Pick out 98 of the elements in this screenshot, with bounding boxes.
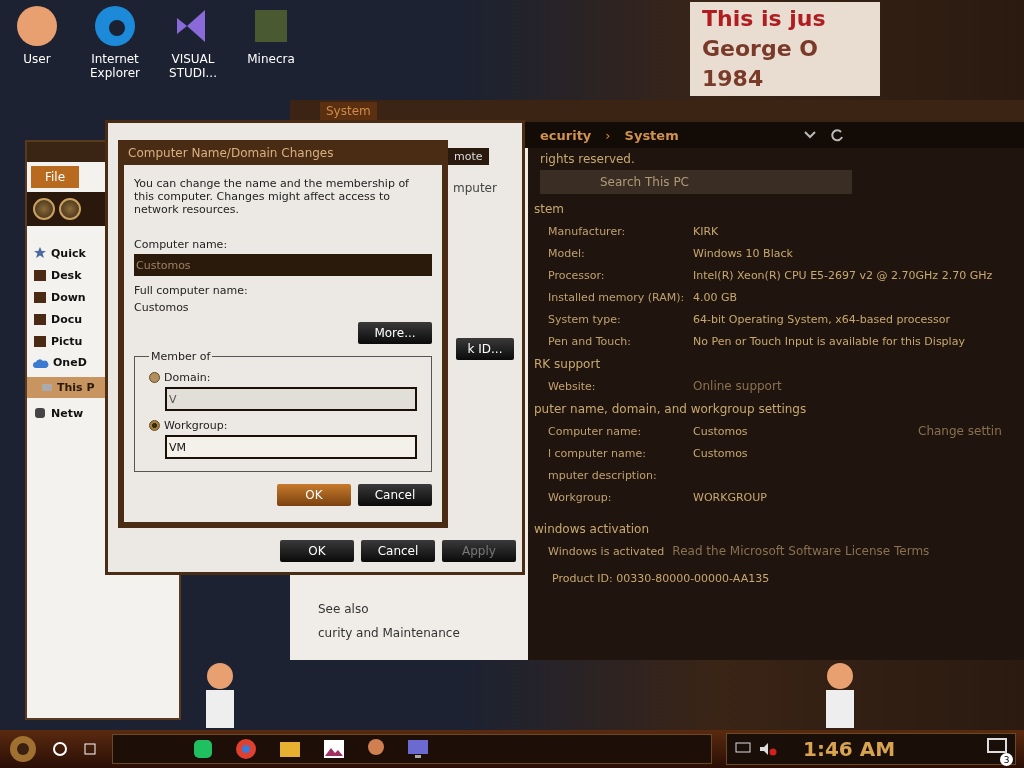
search-field[interactable]: Search This PC (540, 170, 852, 194)
section-heading: windows activation (534, 522, 651, 536)
full-name-value: Customos (134, 301, 190, 314)
browser-icon (93, 4, 137, 48)
computer-icon (41, 382, 53, 393)
activation-status: Windows is activated (548, 544, 665, 558)
dialog-title: Computer Name/Domain Changes (127, 144, 335, 162)
nav-item[interactable]: Desk (51, 268, 82, 282)
chevron-down-icon[interactable] (804, 131, 816, 139)
file-tab[interactable]: File (31, 166, 79, 188)
spec-value: Intel(R) Xeon(R) CPU E5-2697 v2 @ 2.70GHz 2.70 GHz (693, 268, 994, 282)
notification-icon[interactable] (987, 738, 1007, 756)
breadcrumb-separator: › (605, 127, 611, 143)
muted-speaker-icon[interactable] (759, 742, 777, 756)
star-icon (33, 246, 47, 260)
nav-item[interactable]: Quick (51, 246, 86, 260)
product-id: Product ID: 00330-80000-00000-AA135 (552, 572, 770, 585)
dialog-tab[interactable]: mote (448, 148, 489, 165)
browser-icon[interactable] (235, 738, 257, 760)
poster-text: George O (702, 35, 819, 63)
dialog-button[interactable]: OK (280, 540, 354, 562)
desktop-icon-label[interactable]: Internet Explorer (78, 52, 152, 80)
dialog-text: mputer (453, 181, 497, 195)
spec-label: Installed memory (RAM): (548, 290, 686, 304)
spec-value: WORKGROUP (693, 490, 768, 504)
change-settings-link[interactable]: Change settin (918, 424, 1002, 438)
nav-item[interactable]: Pictu (51, 334, 83, 348)
radio-button[interactable] (149, 372, 160, 383)
radio-label[interactable]: Domain: (164, 371, 211, 384)
desktop-icon-label[interactable]: User (23, 52, 51, 66)
folder-icon (33, 312, 47, 326)
nav-item[interactable]: Docu (51, 312, 83, 326)
folder-icon[interactable] (279, 739, 301, 759)
folder-icon (33, 268, 47, 282)
spec-value: Customos (693, 446, 749, 460)
nav-item[interactable]: Netw (51, 406, 84, 420)
dialog-button[interactable]: Cancel (361, 540, 435, 562)
poster-text: This is jus (702, 5, 827, 33)
dialog-intro: You can change the name and the membership of this computer. Changes might affect access to network resources. (134, 177, 410, 216)
text-field[interactable]: V (165, 387, 417, 411)
computer-name-field[interactable]: Customos (134, 254, 432, 276)
breadcrumb-item[interactable]: System (624, 127, 679, 143)
dialog-button[interactable]: OK (277, 484, 351, 506)
spec-label: Workgroup: (548, 490, 613, 504)
desktop-icon-label[interactable]: Minecra (247, 52, 295, 66)
spec-value: 4.00 GB (693, 290, 739, 304)
dialog-button[interactable]: Cancel (358, 484, 432, 506)
spec-label: Manufacturer: (548, 224, 627, 238)
desktop-icon-label[interactable]: VISUAL STUDI... (156, 52, 230, 80)
support-link[interactable]: Online support (693, 379, 1024, 393)
copyright-text: rights reserved. (540, 152, 636, 166)
text-field[interactable]: VM (165, 435, 417, 459)
monitor-icon[interactable] (407, 739, 429, 759)
task-view-icon[interactable] (82, 741, 98, 757)
folder-icon (33, 334, 47, 348)
notes-icon[interactable] (193, 739, 213, 759)
forward-icon[interactable] (59, 198, 81, 220)
nav-item[interactable]: OneD (53, 356, 87, 369)
spec-label: Computer name: (548, 424, 643, 438)
section-heading: RK support (534, 357, 602, 371)
field-label: Computer name: (134, 238, 229, 251)
field-label: Full computer name: (134, 284, 249, 297)
group-legend: Member of (149, 350, 213, 363)
window-title: System (320, 102, 377, 120)
see-also-heading: See also (318, 602, 370, 616)
nav-item[interactable]: This P (57, 381, 95, 394)
license-link[interactable]: Read the Microsoft Software License Terms (672, 544, 1024, 558)
spec-label: Website: (548, 379, 597, 393)
refresh-icon[interactable] (830, 128, 844, 142)
notification-count: 3 (1000, 753, 1013, 766)
back-icon[interactable] (33, 198, 55, 220)
cloud-icon (33, 357, 49, 368)
section-heading: puter name, domain, and workgroup settings (534, 402, 808, 416)
circle-icon[interactable] (52, 741, 68, 757)
spec-value: 64-bit Operating System, x64-based processor (693, 312, 952, 326)
breadcrumb-item[interactable]: ecurity (540, 127, 592, 143)
spec-label: Processor: (548, 268, 606, 282)
spec-label: Pen and Touch: (548, 334, 632, 348)
spec-label: Model: (548, 246, 586, 260)
more-button[interactable]: More... (358, 322, 432, 344)
spec-value: No Pen or Touch Input is available for this Display (693, 334, 966, 348)
spec-label: mputer description: (548, 468, 658, 482)
section-heading: stem (534, 202, 566, 216)
radio-button[interactable] (149, 420, 160, 431)
spec-value: Customos (693, 424, 749, 438)
clock-time[interactable]: 1:46 AM (803, 737, 896, 761)
nav-item[interactable]: Down (51, 290, 86, 304)
spec-label: System type: (548, 312, 622, 326)
spec-value: Windows 10 Black (693, 246, 794, 260)
spec-value: KIRK (693, 224, 720, 238)
radio-label[interactable]: Workgroup: (164, 419, 228, 432)
folder-icon (33, 290, 47, 304)
picture-icon[interactable] (323, 739, 345, 759)
gear-icon[interactable] (8, 734, 38, 764)
sidebar-link[interactable]: curity and Maintenance (318, 626, 528, 640)
spec-label: l computer name: (548, 446, 647, 460)
id-button[interactable]: k ID... (456, 338, 514, 360)
poster-text: 1984 (702, 65, 765, 93)
